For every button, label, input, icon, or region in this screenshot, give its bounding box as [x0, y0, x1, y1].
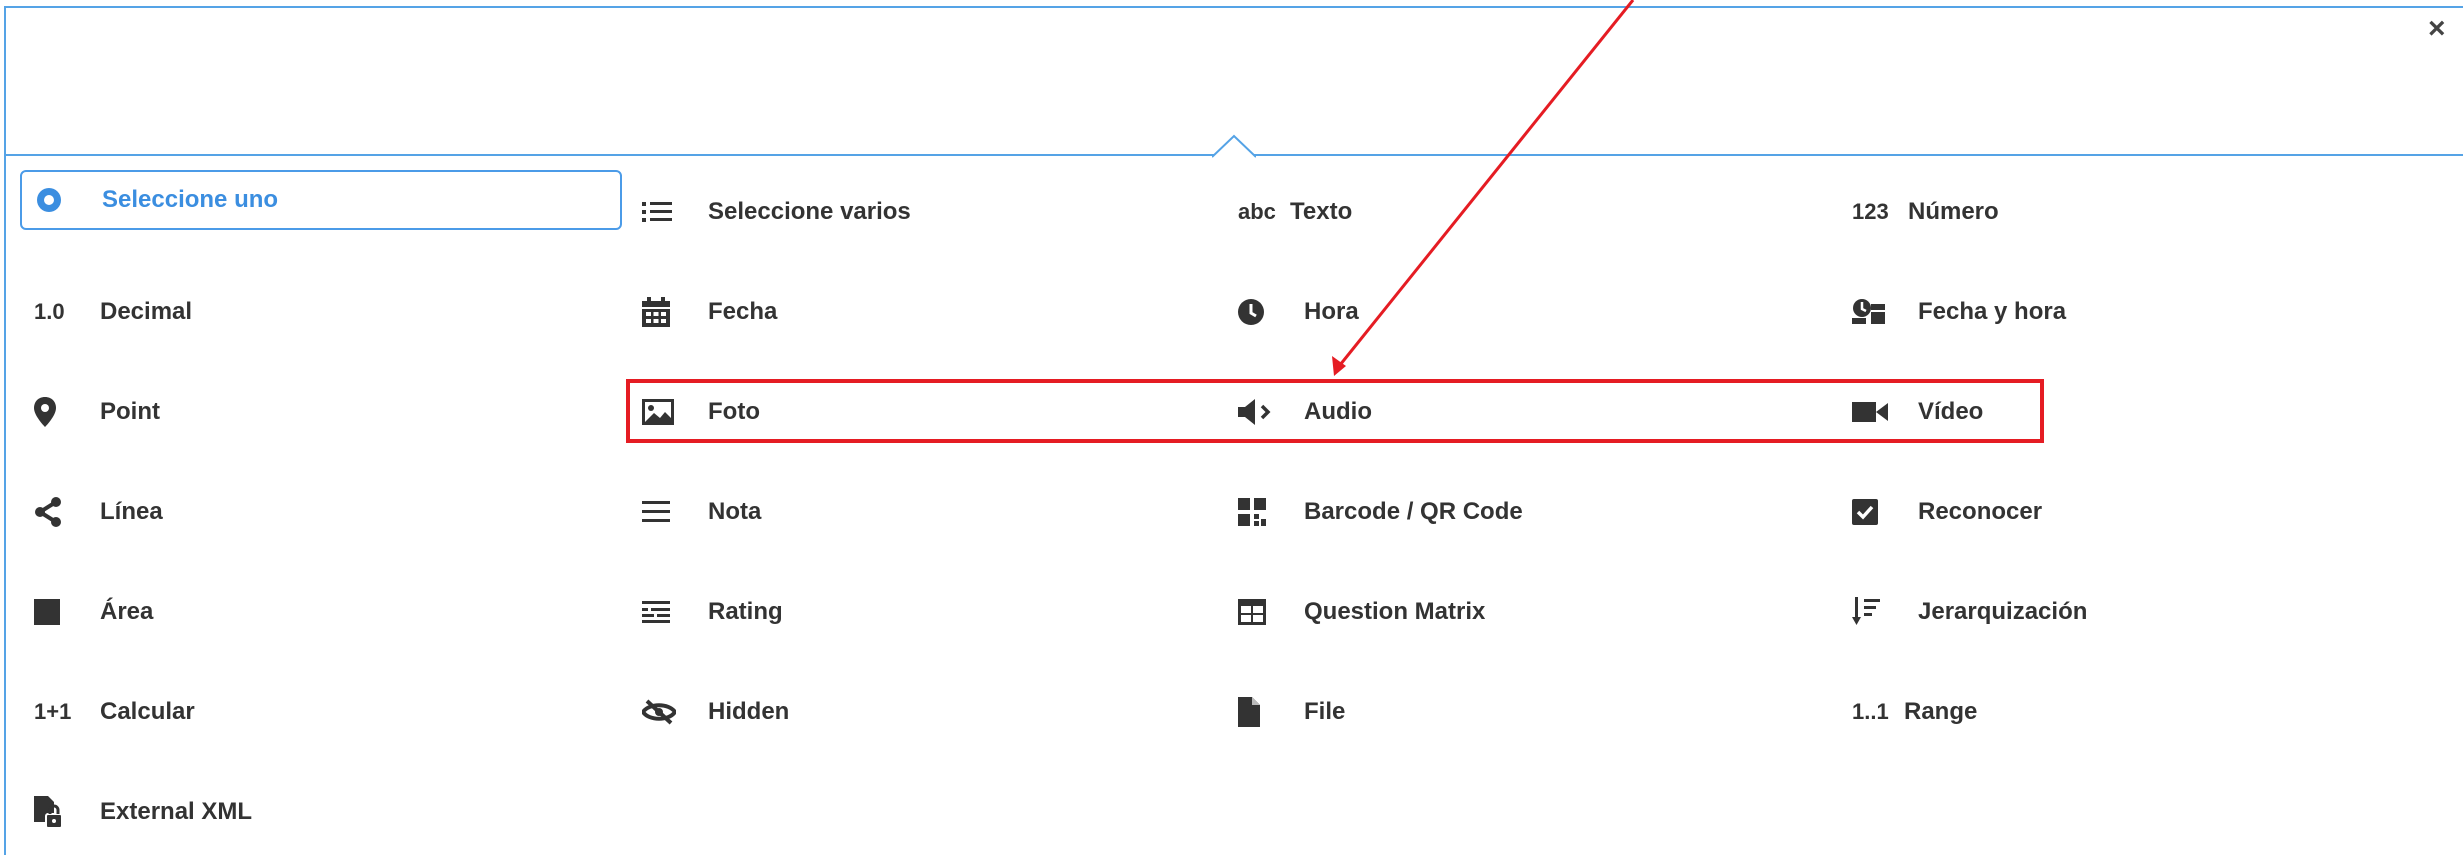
annotation-arrow [1332, 0, 1635, 376]
